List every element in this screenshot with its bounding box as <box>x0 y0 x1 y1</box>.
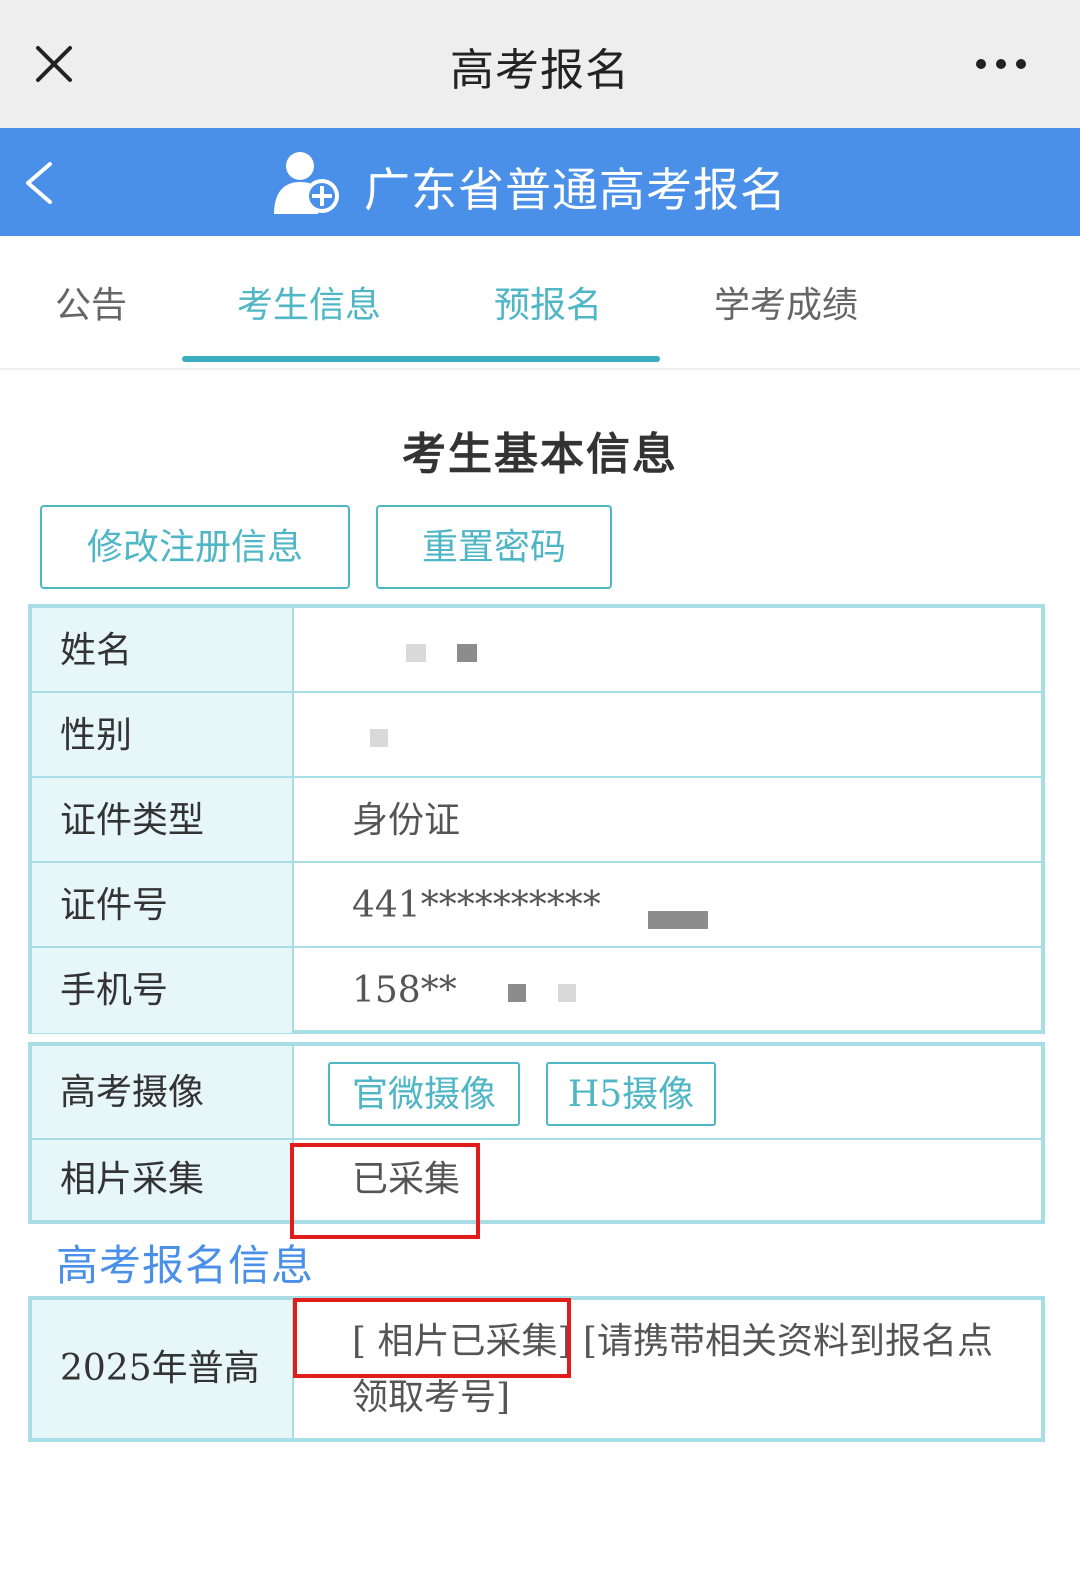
table-row: 证件号 441********** <box>32 863 1041 948</box>
wechat-title-bar: 高考报名 <box>0 0 1080 128</box>
tab-student-info[interactable]: 考生信息 <box>237 276 381 328</box>
redaction-mask <box>370 729 388 747</box>
table-row: 证件类型 身份证 <box>32 778 1041 863</box>
gender-value <box>322 693 1041 776</box>
user-add-icon <box>274 152 339 214</box>
phone-value: 158** <box>322 948 1041 1033</box>
wechat-camera-button[interactable]: 官微摄像 <box>328 1062 520 1126</box>
photo-collection-value: 已采集 <box>352 1159 461 1200</box>
tab-announcement[interactable]: 公告 <box>55 276 127 328</box>
table-row: 手机号 158** <box>32 948 1041 1033</box>
phone-label: 手机号 <box>32 948 294 1033</box>
redaction-mask <box>406 644 426 662</box>
section-title: 考生基本信息 <box>402 429 678 480</box>
more-icon[interactable] <box>974 56 1028 72</box>
table-row: 相片采集 已采集 <box>32 1140 1041 1220</box>
tab-bar: 公告 考生信息 预报名 学考成绩 <box>0 236 1080 370</box>
table-row: 性别 <box>32 693 1041 778</box>
registration-year-label: 2025年普高 <box>32 1300 294 1438</box>
gender-label: 性别 <box>32 693 294 776</box>
id-number-label: 证件号 <box>32 863 294 946</box>
redaction-mask <box>457 644 478 662</box>
active-tab-indicator <box>182 356 660 362</box>
photo-collection-label: 相片采集 <box>32 1140 294 1220</box>
h5-camera-button[interactable]: H5摄像 <box>546 1062 716 1126</box>
table-row: 2025年普高 [ 相片已采集] [请携带相关资料到报名点领取考号] <box>32 1300 1041 1438</box>
redaction-mask <box>557 984 576 1002</box>
name-label: 姓名 <box>32 608 294 691</box>
redaction-mask <box>508 984 527 1002</box>
app-title: 广东省普通高考报名 <box>364 163 787 217</box>
reset-password-button[interactable]: 重置密码 <box>376 505 612 589</box>
wechat-page-title: 高考报名 <box>450 45 630 96</box>
name-value <box>322 608 1041 691</box>
tab-pre-registration[interactable]: 预报名 <box>494 276 602 328</box>
photo-info-table: 高考摄像 官微摄像 H5摄像 相片采集 已采集 <box>28 1042 1045 1224</box>
registration-heading: 高考报名信息 <box>56 1241 315 1290</box>
id-type-value: 身份证 <box>352 800 461 841</box>
tab-academic-scores[interactable]: 学考成绩 <box>714 276 858 328</box>
table-row: 高考摄像 官微摄像 H5摄像 <box>32 1046 1041 1140</box>
id-number-value: 441********** <box>322 863 1041 946</box>
camera-label: 高考摄像 <box>32 1046 294 1138</box>
registration-status-value: [ 相片已采集] [请携带相关资料到报名点领取考号] <box>352 1321 994 1418</box>
registration-table: 2025年普高 [ 相片已采集] [请携带相关资料到报名点领取考号] <box>28 1296 1045 1442</box>
edit-registration-button[interactable]: 修改注册信息 <box>40 505 350 589</box>
basic-info-table: 姓名 性别 证件类型 身份证 证件号 441********** 手机号 158… <box>28 604 1045 1034</box>
redaction-mask <box>648 911 709 929</box>
camera-buttons: 官微摄像 H5摄像 <box>322 1046 1041 1138</box>
table-row: 姓名 <box>32 608 1041 693</box>
id-type-label: 证件类型 <box>32 778 294 861</box>
chevron-left-icon[interactable] <box>20 160 60 206</box>
